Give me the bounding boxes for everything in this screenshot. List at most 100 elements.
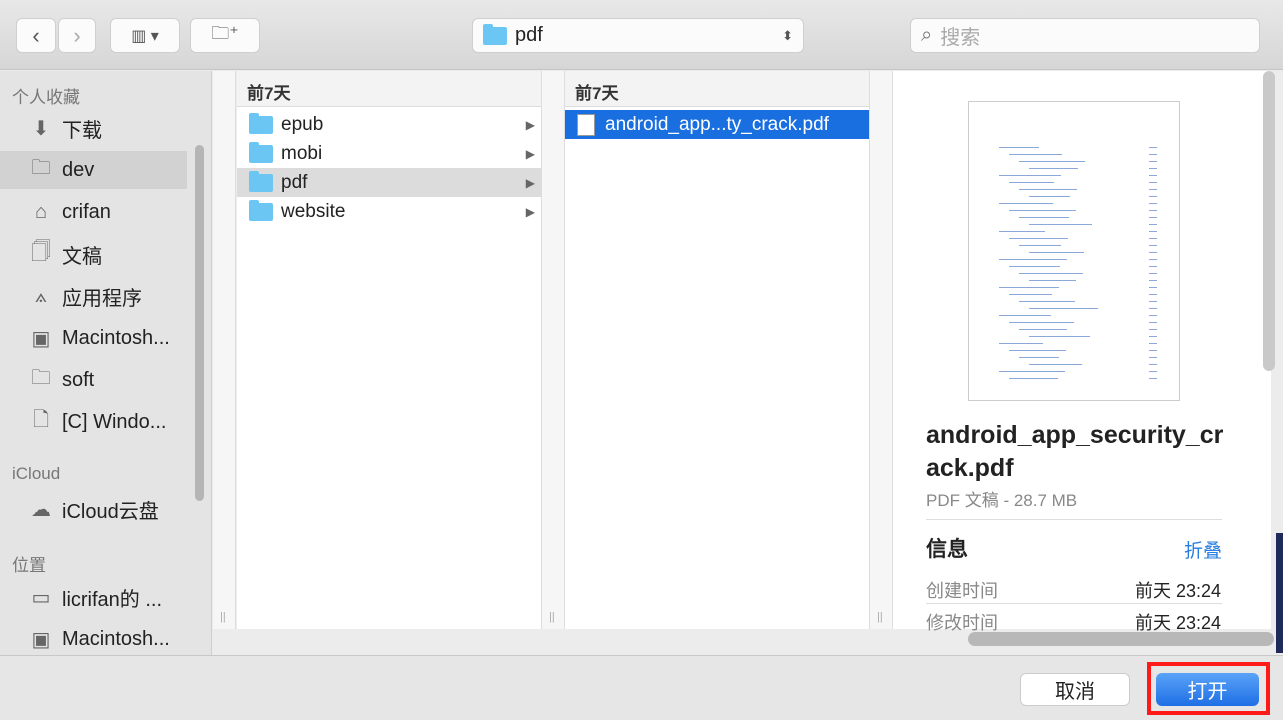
view-mode-button[interactable]: ▥ ▾ bbox=[110, 18, 180, 53]
disclosure-arrow-icon: ▶ bbox=[525, 204, 535, 219]
resize-handle-icon[interactable]: || bbox=[877, 611, 883, 623]
disk-icon: ▣ bbox=[31, 628, 51, 651]
sidebar-scrollbar[interactable] bbox=[195, 145, 204, 501]
sidebar-item-soft[interactable]: 🗀 soft bbox=[0, 361, 187, 399]
toc-line bbox=[1029, 364, 1082, 365]
forward-button[interactable]: › bbox=[58, 18, 96, 53]
toc-page bbox=[1149, 231, 1157, 232]
toc-page bbox=[1149, 238, 1157, 239]
list-item-pdf-file[interactable]: android_app...ty_crack.pdf bbox=[565, 110, 869, 139]
toc-line bbox=[1009, 266, 1060, 267]
column-gutter: || bbox=[542, 71, 565, 629]
home-icon: ⌂ bbox=[34, 200, 48, 223]
applications-icon: ⟑ bbox=[34, 284, 48, 307]
label: crifan bbox=[62, 200, 111, 223]
toc-page bbox=[1149, 182, 1157, 183]
toc-page bbox=[1149, 154, 1157, 155]
toc-page bbox=[1149, 336, 1157, 337]
label: epub bbox=[281, 113, 324, 135]
back-button[interactable]: ‹ bbox=[16, 18, 56, 53]
horizontal-scrollbar[interactable] bbox=[968, 632, 1274, 646]
toc-line bbox=[1019, 245, 1061, 246]
resize-handle-icon[interactable]: || bbox=[549, 611, 555, 623]
sidebar-item-icloud-drive[interactable]: ☁ iCloud云盘 bbox=[0, 490, 187, 528]
preview-filename: android_app_security_crack.pdf bbox=[926, 421, 1224, 482]
label: 应用程序 bbox=[62, 287, 142, 310]
toc-line bbox=[999, 343, 1043, 344]
documents-icon: 🗍 bbox=[31, 241, 51, 263]
sidebar-item-laptop[interactable]: ▭ licrifan的 ... bbox=[0, 578, 187, 616]
toc-line bbox=[1009, 182, 1054, 183]
toc-page bbox=[1149, 350, 1157, 351]
sidebar: 个人收藏 ⬇ 下载 🗀 dev ⌂ crifan 🗍 文稿 ⟑ 应用程序 ▣ Macinto… bbox=[0, 71, 212, 655]
column-header: 前7天 bbox=[237, 71, 541, 107]
toc-line bbox=[1009, 238, 1068, 239]
toc-line bbox=[1019, 357, 1059, 358]
sidebar-item-windows[interactable]: 🗋 [C] Windo... bbox=[0, 403, 187, 441]
collapse-link[interactable]: 折叠 bbox=[1184, 536, 1222, 563]
updown-chevron-icon: ⬍ bbox=[782, 27, 793, 43]
cancel-button[interactable]: 取消 bbox=[1020, 673, 1130, 706]
new-folder-button[interactable]: 🗀⁺ bbox=[190, 18, 260, 53]
disclosure-arrow-icon: ▶ bbox=[525, 175, 535, 190]
label: iCloud云盘 bbox=[62, 500, 159, 523]
preview-scrollbar[interactable] bbox=[1263, 71, 1275, 371]
sidebar-item-home[interactable]: ⌂ crifan bbox=[0, 193, 187, 231]
info-title: 信息 bbox=[926, 538, 968, 561]
folder-icon bbox=[249, 170, 273, 192]
toc-line bbox=[1019, 217, 1069, 218]
section-favorites: 个人收藏 bbox=[12, 88, 80, 107]
toc-page bbox=[1149, 217, 1157, 218]
toc-line bbox=[1009, 210, 1076, 211]
toc-line bbox=[999, 315, 1051, 316]
label: [C] Windo... bbox=[62, 410, 167, 433]
toc-line bbox=[999, 259, 1067, 260]
toc-line bbox=[999, 203, 1053, 204]
toc-page bbox=[1149, 168, 1157, 169]
label: Macintosh... bbox=[62, 627, 170, 650]
open-button[interactable]: 打开 bbox=[1156, 673, 1259, 706]
list-item-epub[interactable]: epub ▶ bbox=[237, 110, 541, 139]
sidebar-item-macintosh-2[interactable]: ▣ Macintosh... bbox=[0, 620, 187, 658]
list-item-mobi[interactable]: mobi ▶ bbox=[237, 139, 541, 168]
toolbar: ‹ › ▥ ▾ 🗀⁺ pdf ⬍ ⌕ 搜索 bbox=[0, 0, 1283, 70]
laptop-icon: ▭ bbox=[31, 586, 51, 609]
download-icon: ⬇ bbox=[32, 117, 50, 140]
toc-page bbox=[1149, 175, 1157, 176]
sidebar-item-downloads[interactable]: ⬇ 下载 bbox=[0, 109, 187, 147]
toc-line bbox=[999, 231, 1045, 232]
toc-page bbox=[1149, 189, 1157, 190]
section-locations: 位置 bbox=[12, 556, 46, 575]
toc-page bbox=[1149, 196, 1157, 197]
preview-pane: android_app_security_crack.pdf PDF 文稿 - … bbox=[893, 71, 1275, 633]
pdf-file-icon bbox=[577, 113, 595, 136]
column-2: 前7天 android_app...ty_crack.pdf bbox=[565, 71, 870, 629]
toc-page bbox=[1149, 252, 1157, 253]
path-popup[interactable]: pdf ⬍ bbox=[472, 18, 804, 53]
sidebar-item-dev[interactable]: 🗀 dev bbox=[0, 151, 187, 189]
created-value: 前天 23:24 bbox=[1134, 581, 1221, 601]
toc-line bbox=[1029, 168, 1078, 169]
folder-icon bbox=[249, 112, 273, 134]
sidebar-item-macintosh[interactable]: ▣ Macintosh... bbox=[0, 319, 187, 357]
list-item-pdf[interactable]: pdf ▶ bbox=[237, 168, 541, 197]
toc-line bbox=[1019, 301, 1075, 302]
toc-page bbox=[1149, 371, 1157, 372]
sidebar-item-applications[interactable]: ⟑ 应用程序 bbox=[0, 277, 187, 315]
toc-line bbox=[999, 287, 1059, 288]
toc-line bbox=[1029, 252, 1084, 253]
toc-line bbox=[1009, 154, 1062, 155]
search-input[interactable]: ⌕ 搜索 bbox=[910, 18, 1260, 53]
toc-line bbox=[1019, 329, 1067, 330]
list-item-website[interactable]: website ▶ bbox=[237, 197, 541, 226]
toc-page bbox=[1149, 147, 1157, 148]
toc-page bbox=[1149, 315, 1157, 316]
folder-icon bbox=[483, 23, 507, 45]
created-label: 创建时间 bbox=[926, 581, 998, 601]
chevron-right-icon: › bbox=[73, 22, 81, 48]
toc-page bbox=[1149, 280, 1157, 281]
file-icon: 🗋 bbox=[32, 409, 50, 431]
sidebar-item-documents[interactable]: 🗍 文稿 bbox=[0, 235, 187, 273]
resize-handle-icon[interactable]: || bbox=[220, 611, 226, 623]
column-gutter: || bbox=[870, 71, 893, 629]
